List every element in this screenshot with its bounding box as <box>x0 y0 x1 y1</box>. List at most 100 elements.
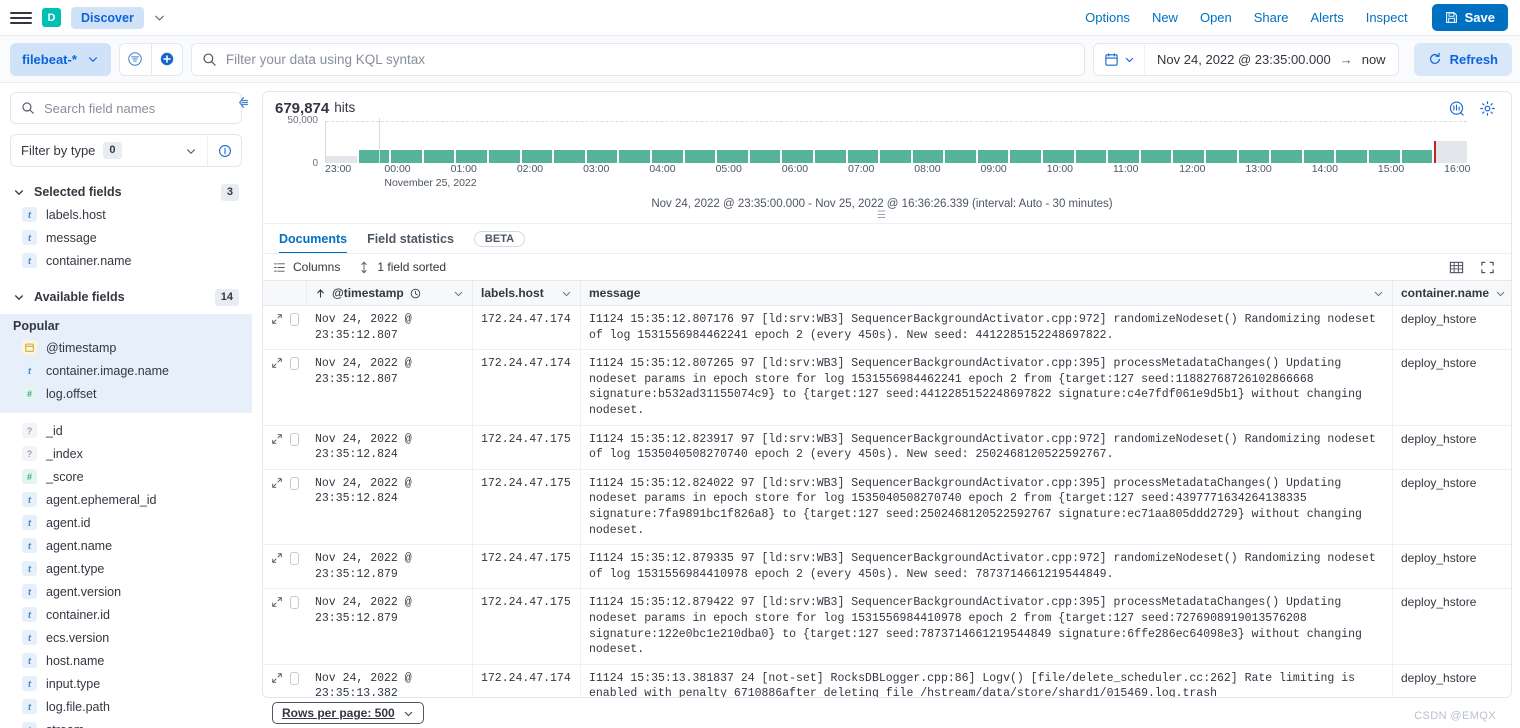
field-item-_id[interactable]: ? _id <box>10 419 242 442</box>
header-link-options[interactable]: Options <box>1085 10 1130 25</box>
expand-row-icon[interactable] <box>271 313 283 325</box>
field-item-container-id[interactable]: t container.id <box>10 603 242 626</box>
tab-field-statistics[interactable]: Field statistics <box>367 224 454 254</box>
expand-row-icon[interactable] <box>271 672 283 684</box>
header-link-new[interactable]: New <box>1152 10 1178 25</box>
chevron-down-icon[interactable] <box>561 288 572 299</box>
filter-icon-button[interactable] <box>118 42 151 76</box>
histogram-bar[interactable] <box>945 150 976 163</box>
expand-row-icon[interactable] <box>271 552 283 564</box>
histogram-bar[interactable] <box>912 150 944 163</box>
field-item-agent-type[interactable]: t agent.type <box>10 557 242 580</box>
grid-header-labels-host[interactable]: labels.host <box>473 281 581 306</box>
histogram-bar[interactable] <box>1010 150 1042 163</box>
chevron-down-icon[interactable] <box>1495 288 1506 299</box>
field-item-log-file-path[interactable]: t log.file.path <box>10 695 242 718</box>
histogram-bar[interactable] <box>1206 150 1237 163</box>
histogram-bar[interactable] <box>586 150 618 163</box>
field-item-container-image-name[interactable]: t container.image.name <box>10 359 242 382</box>
field-item-message[interactable]: t message <box>10 226 242 249</box>
table-row[interactable]: Nov 24, 2022 @ 23:35:12.879 172.24.47.17… <box>263 589 1511 665</box>
histogram-bar[interactable] <box>488 150 520 163</box>
row-checkbox[interactable] <box>290 432 299 446</box>
histogram-bar[interactable] <box>717 150 748 163</box>
date-range-display[interactable]: Nov 24, 2022 @ 23:35:00.000 → now <box>1145 52 1398 67</box>
expand-row-icon[interactable] <box>271 596 283 608</box>
field-item-agent-version[interactable]: t agent.version <box>10 580 242 603</box>
grid-header-timestamp[interactable]: @timestamp <box>307 281 473 306</box>
header-link-inspect[interactable]: Inspect <box>1366 10 1408 25</box>
hits-histogram[interactable]: 50,000 0 23:00 00:00 November 25, 2022 0… <box>263 115 1511 223</box>
filter-by-type-button[interactable]: Filter by type 0 <box>11 142 207 159</box>
field-item-container-name[interactable]: t container.name <box>10 249 242 272</box>
table-row[interactable]: Nov 24, 2022 @ 23:35:12.807 172.24.47.17… <box>263 306 1511 351</box>
field-item-timestamp[interactable]: @timestamp <box>10 336 242 359</box>
field-item-agent-id[interactable]: t agent.id <box>10 511 242 534</box>
grid-header-message[interactable]: message <box>581 281 1393 306</box>
histogram-bar[interactable] <box>1271 150 1302 163</box>
histogram-bar[interactable] <box>391 150 422 163</box>
histogram-bar[interactable] <box>326 156 357 163</box>
chevron-down-icon[interactable] <box>153 11 166 24</box>
histogram-bar[interactable] <box>554 150 585 163</box>
header-link-alerts[interactable]: Alerts <box>1310 10 1343 25</box>
tab-documents[interactable]: Documents <box>279 224 347 254</box>
table-row[interactable]: Nov 24, 2022 @ 23:35:12.824 172.24.47.17… <box>263 425 1511 470</box>
histogram-bar[interactable] <box>1238 150 1270 163</box>
rows-per-page-button[interactable]: Rows per page: 500 <box>272 702 424 724</box>
field-info-icon[interactable] <box>207 135 241 166</box>
table-row[interactable]: Nov 24, 2022 @ 23:35:12.824 172.24.47.17… <box>263 469 1511 546</box>
panel-resize-handle[interactable]: ☰ <box>275 211 1489 223</box>
app-name-pill[interactable]: Discover <box>71 6 144 29</box>
field-item-input-type[interactable]: t input.type <box>10 672 242 695</box>
histogram-bar[interactable] <box>358 150 390 163</box>
row-checkbox[interactable] <box>290 552 299 566</box>
field-search-input[interactable]: Search field names <box>10 92 242 124</box>
histogram-bar[interactable] <box>1401 150 1433 163</box>
fullscreen-icon[interactable] <box>1480 260 1495 275</box>
columns-button[interactable]: Columns <box>273 260 340 274</box>
histogram-bar[interactable] <box>1140 150 1172 163</box>
histogram-bar[interactable] <box>782 150 813 163</box>
histogram-bar[interactable] <box>619 150 650 163</box>
field-item-_index[interactable]: ? _index <box>10 442 242 465</box>
histogram-bar[interactable] <box>1303 150 1335 163</box>
histogram-bar[interactable] <box>651 150 683 163</box>
field-item-agent-ephemeral-id[interactable]: t agent.ephemeral_id <box>10 488 242 511</box>
histogram-bar[interactable] <box>749 150 781 163</box>
field-item-host-name[interactable]: t host.name <box>10 649 242 672</box>
gear-icon[interactable] <box>1479 100 1496 117</box>
histogram-bar[interactable] <box>456 150 487 163</box>
histogram-bar[interactable] <box>521 150 553 163</box>
histogram-bar[interactable] <box>847 150 879 163</box>
selected-fields-header[interactable]: Selected fields 3 <box>10 181 242 203</box>
date-picker-calendar-button[interactable] <box>1094 43 1146 75</box>
expand-row-icon[interactable] <box>271 357 283 369</box>
field-item-stream[interactable]: t stream <box>10 718 242 728</box>
collapse-sidebar-icon[interactable] <box>235 95 250 110</box>
histogram-bar[interactable] <box>880 150 911 163</box>
row-checkbox[interactable] <box>290 476 299 490</box>
histogram-bar[interactable] <box>814 150 846 163</box>
add-filter-button[interactable] <box>150 42 183 76</box>
row-checkbox[interactable] <box>290 596 299 610</box>
header-link-share[interactable]: Share <box>1254 10 1289 25</box>
lens-edit-icon[interactable] <box>1448 100 1465 117</box>
histogram-bar-current[interactable] <box>1434 141 1467 163</box>
table-row[interactable]: Nov 24, 2022 @ 23:35:13.382 172.24.47.17… <box>263 664 1511 697</box>
histogram-bar[interactable] <box>977 150 1009 163</box>
field-item-agent-name[interactable]: t agent.name <box>10 534 242 557</box>
expand-row-icon[interactable] <box>271 477 283 489</box>
histogram-bar[interactable] <box>423 150 455 163</box>
refresh-button[interactable]: Refresh <box>1413 42 1512 76</box>
table-row[interactable]: Nov 24, 2022 @ 23:35:12.879 172.24.47.17… <box>263 545 1511 590</box>
histogram-bar[interactable] <box>1043 150 1074 163</box>
histogram-bar[interactable] <box>1075 150 1107 163</box>
histogram-bar[interactable] <box>1173 150 1205 163</box>
histogram-bar[interactable] <box>1369 150 1400 163</box>
chevron-down-icon[interactable] <box>453 288 464 299</box>
field-item-_score[interactable]: # _score <box>10 465 242 488</box>
expand-row-icon[interactable] <box>271 433 283 445</box>
histogram-bar[interactable] <box>684 150 716 163</box>
beta-badge[interactable]: BETA <box>473 230 526 247</box>
